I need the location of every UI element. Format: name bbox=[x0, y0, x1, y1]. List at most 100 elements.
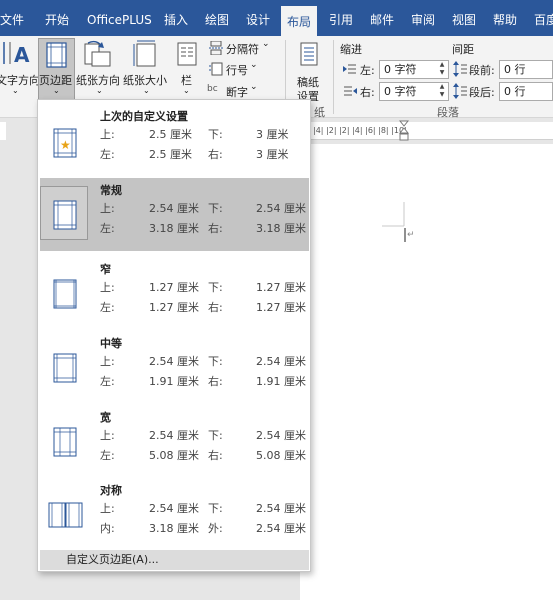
chevron-down-icon[interactable]: ⌄ bbox=[250, 82, 258, 92]
ribbon-tab-bar: 文件 开始 OfficePLUS 插入 绘图 设计 布局 引用 邮件 审阅 视图… bbox=[0, 0, 553, 36]
indent-left-input[interactable]: 0 字符 ▲ ▼ bbox=[379, 60, 449, 79]
hyphenation-label[interactable]: 断字 bbox=[226, 84, 248, 100]
right-value: 5.08 厘米 bbox=[256, 449, 306, 462]
right-value: 3 厘米 bbox=[256, 148, 289, 161]
group-separator bbox=[333, 40, 334, 114]
tab-officeplus[interactable]: OfficePLUS bbox=[87, 0, 152, 36]
tab-help[interactable]: 帮助 bbox=[493, 0, 517, 36]
indent-left-value: 0 字符 bbox=[384, 63, 417, 76]
tab-mailings[interactable]: 邮件 bbox=[370, 0, 394, 36]
top-label: 上: bbox=[100, 128, 115, 141]
outside-label: 外: bbox=[208, 522, 223, 535]
columns-icon[interactable] bbox=[177, 42, 197, 66]
text-direction-label[interactable]: 文字方向 bbox=[0, 72, 40, 88]
chevron-down-icon[interactable]: ⌄ bbox=[262, 39, 270, 49]
left-value: 2.5 厘米 bbox=[149, 148, 192, 161]
text-direction-icon[interactable]: A bbox=[0, 40, 34, 66]
bottom-label: 下: bbox=[208, 429, 223, 442]
indent-right-input[interactable]: 0 字符 ▲ ▼ bbox=[379, 82, 449, 101]
top-value: 2.54 厘米 bbox=[149, 355, 199, 368]
chevron-down-icon[interactable]: ⌄ bbox=[250, 60, 258, 70]
hyphenation-icon[interactable]: bc bbox=[207, 84, 218, 94]
top-label: 上: bbox=[100, 429, 115, 442]
chevron-down-icon[interactable]: ⌄ bbox=[143, 86, 150, 95]
top-value: 1.27 厘米 bbox=[149, 281, 199, 294]
orientation-icon[interactable] bbox=[82, 40, 112, 68]
line-numbers-icon[interactable] bbox=[208, 62, 224, 76]
paper-size-icon[interactable] bbox=[131, 40, 161, 68]
left-value: 1.91 厘米 bbox=[149, 375, 199, 388]
margin-option-moderate[interactable]: 中等 上: 2.54 厘米 下: 2.54 厘米 左: 1.91 厘米 右: 1… bbox=[40, 331, 309, 403]
spinner-arrows-icon[interactable]: ▲ ▼ bbox=[437, 83, 447, 100]
option-name: 宽 bbox=[100, 411, 111, 424]
tab-design[interactable]: 设计 bbox=[246, 0, 270, 36]
margin-option-wide[interactable]: 宽 上: 2.54 厘米 下: 2.54 厘米 左: 5.08 厘米 右: 5.… bbox=[40, 405, 309, 477]
option-name: 窄 bbox=[100, 263, 111, 276]
right-label: 右: bbox=[208, 301, 223, 314]
left-value: 3.18 厘米 bbox=[149, 222, 199, 235]
bottom-label: 下: bbox=[208, 128, 223, 141]
chevron-down-icon[interactable]: ⌄ bbox=[96, 86, 103, 95]
breaks-label[interactable]: 分隔符 bbox=[226, 41, 259, 57]
left-label: 左: bbox=[100, 301, 115, 314]
right-value: 3.18 厘米 bbox=[256, 222, 306, 235]
right-label: 右: bbox=[208, 222, 223, 235]
horizontal-ruler[interactable]: |6| |4| |2| |2| |4| |6| |8| |10| bbox=[300, 122, 553, 140]
bottom-label: 下: bbox=[208, 281, 223, 294]
left-label: 左: bbox=[100, 375, 115, 388]
chevron-down-icon[interactable]: ⌄ bbox=[12, 86, 19, 95]
tab-home[interactable]: 开始 bbox=[45, 0, 69, 36]
normal-margins-icon bbox=[53, 200, 77, 230]
spacing-before-input[interactable]: 0 行 bbox=[499, 60, 553, 79]
bottom-label: 下: bbox=[208, 355, 223, 368]
text-cursor-area: ↵ bbox=[382, 202, 415, 242]
margin-option-last-custom[interactable]: 上次的自定义设置 ★ 上: 2.5 厘米 下: 3 厘米 左: 2.5 厘米 右… bbox=[40, 104, 309, 176]
bottom-value: 3 厘米 bbox=[256, 128, 289, 141]
breaks-icon[interactable] bbox=[208, 41, 224, 55]
margin-option-normal[interactable]: 常规 上: 2.54 厘米 下: 2.54 厘米 左: 3.18 厘米 右: 3… bbox=[40, 178, 309, 251]
left-value: 5.08 厘米 bbox=[149, 449, 199, 462]
tab-baidu[interactable]: 百度 bbox=[534, 0, 553, 36]
indent-right-value: 0 字符 bbox=[384, 85, 417, 98]
indent-marker-icon[interactable] bbox=[399, 120, 409, 144]
tab-view[interactable]: 视图 bbox=[452, 0, 476, 36]
outside-value: 2.54 厘米 bbox=[256, 522, 306, 535]
bottom-value: 1.27 厘米 bbox=[256, 281, 306, 294]
tab-review[interactable]: 审阅 bbox=[411, 0, 435, 36]
bottom-value: 2.54 厘米 bbox=[256, 502, 306, 515]
indent-left-label: 左: bbox=[360, 64, 375, 77]
spinner-arrows-icon[interactable]: ▲ ▼ bbox=[437, 61, 447, 78]
left-label: 左: bbox=[100, 222, 115, 235]
right-value: 1.27 厘米 bbox=[256, 301, 306, 314]
option-name: 常规 bbox=[100, 184, 122, 197]
indent-right-label: 右: bbox=[360, 86, 375, 99]
spacing-title: 间距 bbox=[452, 43, 474, 56]
top-label: 上: bbox=[100, 202, 115, 215]
tab-draw[interactable]: 绘图 bbox=[205, 0, 229, 36]
margin-option-narrow[interactable]: 窄 上: 1.27 厘米 下: 1.27 厘米 左: 1.27 厘米 右: 1.… bbox=[40, 257, 309, 329]
right-label: 右: bbox=[208, 375, 223, 388]
tab-references[interactable]: 引用 bbox=[329, 0, 353, 36]
top-value: 2.54 厘米 bbox=[149, 502, 199, 515]
tab-layout[interactable]: 布局 bbox=[281, 6, 318, 36]
wide-margins-icon bbox=[53, 427, 77, 457]
spacing-before-label: 段前: bbox=[469, 64, 495, 77]
top-value: 2.5 厘米 bbox=[149, 128, 192, 141]
spacing-after-input[interactable]: 0 行 bbox=[499, 82, 553, 101]
tab-insert[interactable]: 插入 bbox=[164, 0, 188, 36]
left-label: 左: bbox=[100, 148, 115, 161]
bottom-value: 2.54 厘米 bbox=[256, 355, 306, 368]
line-numbers-label[interactable]: 行号 bbox=[226, 62, 248, 78]
margin-option-mirrored[interactable]: 对称 上: 2.54 厘米 下: 2.54 厘米 内: 3.18 厘米 外: 2… bbox=[40, 478, 309, 550]
document-page[interactable] bbox=[300, 144, 553, 600]
moderate-margins-icon bbox=[53, 353, 77, 383]
right-label: 右: bbox=[208, 148, 223, 161]
option-name: 上次的自定义设置 bbox=[100, 110, 188, 123]
custom-margins-button[interactable]: 自定义页边距(A)... bbox=[40, 550, 309, 570]
narrow-margins-icon bbox=[53, 279, 77, 309]
draft-paper-icon[interactable] bbox=[300, 42, 318, 66]
left-value: 1.27 厘米 bbox=[149, 301, 199, 314]
tab-file[interactable]: 文件 bbox=[0, 0, 24, 36]
chevron-down-icon[interactable]: ⌄ bbox=[183, 86, 190, 95]
margins-dropdown-menu: 上次的自定义设置 ★ 上: 2.5 厘米 下: 3 厘米 左: 2.5 厘米 右… bbox=[37, 99, 311, 572]
